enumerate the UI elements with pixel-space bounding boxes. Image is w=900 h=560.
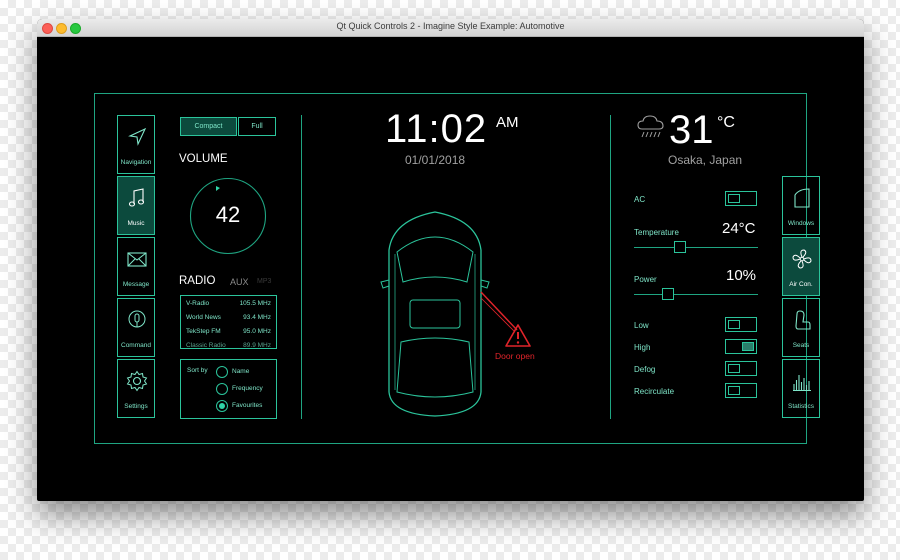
music-icon xyxy=(128,188,145,207)
cloud-rain-icon xyxy=(637,115,664,138)
compact-mode-button[interactable]: Compact xyxy=(180,117,237,136)
left-divider xyxy=(301,115,302,419)
full-mode-button[interactable]: Full xyxy=(238,117,276,136)
power-value: 10% xyxy=(726,267,757,284)
right-nav-label: Air Con. xyxy=(789,281,813,288)
sort-option-label: Favourites xyxy=(232,402,263,409)
radio-heading[interactable]: RADIO xyxy=(179,275,215,287)
message-icon xyxy=(127,252,147,267)
right-nav-label: Seats xyxy=(792,342,810,349)
microphone-icon xyxy=(128,310,146,328)
right-nav-label: Windows xyxy=(787,220,815,227)
station-row[interactable]: V-Radio 105.5 MHz xyxy=(186,300,271,307)
power-label: Power xyxy=(634,275,657,284)
clock-ampm: AM xyxy=(496,114,519,131)
nav-tile-message[interactable]: Message xyxy=(117,237,155,296)
sort-option-label: Name xyxy=(232,368,250,375)
volume-indicator xyxy=(216,186,220,191)
nav-label: Message xyxy=(122,281,150,288)
sort-frequency-radio[interactable] xyxy=(216,383,228,395)
right-tile-seats[interactable]: Seats xyxy=(782,298,820,357)
nav-label: Music xyxy=(127,220,145,227)
app-window: Qt Quick Controls 2 - Imagine Style Exam… xyxy=(37,19,864,501)
station-row[interactable]: World News 93.4 MHz xyxy=(186,314,271,321)
weather-temperature: 31 xyxy=(669,108,714,152)
nav-label: Command xyxy=(121,342,151,349)
right-tile-windows[interactable]: Windows xyxy=(782,176,820,235)
defog-label: Defog xyxy=(634,365,656,374)
temperature-slider-handle[interactable] xyxy=(674,241,686,253)
temperature-value: 24°C xyxy=(722,220,756,237)
sort-label: Sort by xyxy=(187,367,208,374)
recirculate-label: Recirculate xyxy=(634,387,675,396)
power-slider-handle[interactable] xyxy=(662,288,674,300)
low-toggle[interactable] xyxy=(725,317,757,332)
temperature-label: Temperature xyxy=(634,228,679,237)
right-tile-statistics[interactable]: Statistics xyxy=(782,359,820,418)
nav-tile-command[interactable]: Command xyxy=(117,298,155,357)
fan-icon xyxy=(792,249,812,269)
seat-icon xyxy=(795,310,811,330)
clock-time: 11:02 xyxy=(385,107,488,151)
right-tile-air-con[interactable]: Air Con. xyxy=(782,237,820,296)
title-bar: Qt Quick Controls 2 - Imagine Style Exam… xyxy=(37,19,864,37)
power-slider[interactable] xyxy=(634,288,758,300)
temperature-slider[interactable] xyxy=(634,241,758,253)
high-label: High xyxy=(634,343,651,352)
nav-label: Settings xyxy=(124,403,148,410)
nav-tile-settings[interactable]: Settings xyxy=(117,359,155,418)
sort-name-radio[interactable] xyxy=(216,366,228,378)
nav-tile-music[interactable]: Music xyxy=(117,176,155,235)
dashboard-frame: Navigation Music Message Command Setting… xyxy=(94,93,820,444)
ac-toggle[interactable] xyxy=(725,191,757,206)
navigation-icon xyxy=(128,127,147,146)
car-diagram xyxy=(380,211,518,417)
statistics-icon xyxy=(793,375,811,392)
defog-toggle[interactable] xyxy=(725,361,757,376)
volume-value: 42 xyxy=(215,202,241,227)
mp3-tab[interactable]: MP3 xyxy=(257,278,271,285)
volume-heading: VOLUME xyxy=(179,153,228,165)
right-divider xyxy=(610,115,611,419)
weather-unit: °C xyxy=(717,114,735,131)
gear-icon xyxy=(126,370,148,392)
nav-label: Navigation xyxy=(120,159,152,166)
nav-tile-navigation[interactable]: Navigation xyxy=(117,115,155,174)
sort-favourites-radio[interactable] xyxy=(216,400,228,412)
recirculate-toggle[interactable] xyxy=(725,383,757,398)
station-row[interactable]: Classic Radio 89.9 MHz xyxy=(186,342,271,348)
aux-tab[interactable]: AUX xyxy=(230,277,249,287)
station-list[interactable]: V-Radio 105.5 MHz World News 93.4 MHz TekS… xyxy=(180,295,277,349)
window-icon xyxy=(794,188,810,208)
sort-panel: Sort by Name Frequency Favourites xyxy=(180,359,277,419)
high-toggle[interactable] xyxy=(725,339,757,354)
weather-location: Osaka, Japan xyxy=(668,153,743,167)
clock-date: 01/01/2018 xyxy=(405,153,466,167)
station-row[interactable]: TekStep FM 95.0 MHz xyxy=(186,328,271,335)
sort-option-label: Frequency xyxy=(232,385,263,392)
window-title: Qt Quick Controls 2 - Imagine Style Exam… xyxy=(336,21,565,31)
door-alert-text: Door open xyxy=(495,351,535,361)
low-label: Low xyxy=(634,321,649,330)
ac-label: AC xyxy=(634,195,646,204)
warning-icon xyxy=(505,324,531,347)
right-nav-label: Statistics xyxy=(787,403,814,410)
